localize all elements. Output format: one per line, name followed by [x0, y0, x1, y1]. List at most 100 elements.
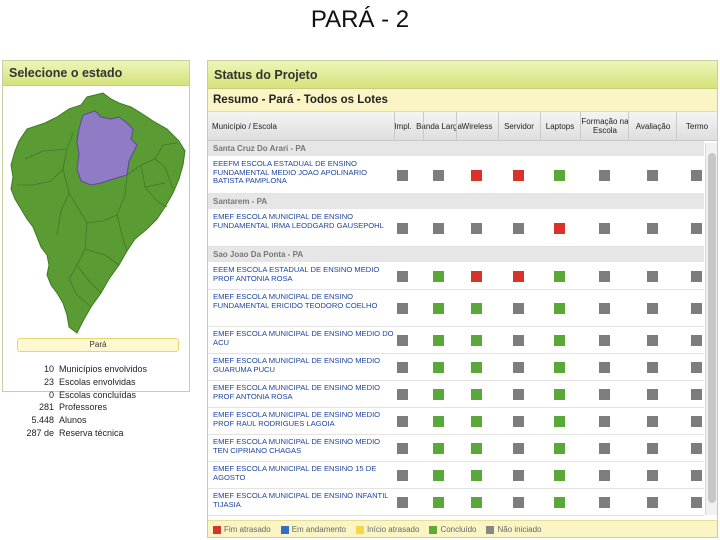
status-grey-square — [691, 361, 702, 373]
stat-row: 5.448 Alunos — [3, 414, 191, 427]
status-green-square — [554, 388, 565, 400]
stat-row: 287 de Reserva técnica — [3, 426, 191, 439]
stat-label: Municípios envolvidos — [59, 364, 148, 375]
status-grey-square — [691, 302, 702, 314]
status-grey-square — [599, 442, 610, 454]
legend-swatch — [355, 525, 364, 534]
status-red-square — [471, 169, 482, 181]
status-grey-square — [397, 388, 408, 400]
status-green-square — [433, 334, 444, 346]
status-grey-square — [513, 361, 524, 373]
table-row[interactable]: EEEFM ESCOLA ESTADUAL DE ENSINO FUNDAMEN… — [208, 157, 704, 194]
table-row[interactable]: EMEF ESCOLA MUNICIPAL DE ENSINO FUNDAMEN… — [208, 290, 704, 327]
status-green-square — [554, 415, 565, 427]
table-row[interactable]: EMEF ESCOLA MUNICIPAL DE ENSINO MEDIO GU… — [208, 354, 704, 381]
school-name-link[interactable]: EEEM ESCOLA ESTADUAL DE ENSINO MEDIO PRO… — [213, 265, 395, 283]
status-grey-square — [397, 334, 408, 346]
table-row[interactable]: EMEF ESCOLA MUNICIPAL DE ENSINO INFANTIL… — [208, 489, 704, 516]
status-grey-square — [397, 169, 408, 181]
status-green-square — [433, 302, 444, 314]
column-separator — [423, 112, 424, 140]
status-grey-square — [647, 361, 658, 373]
school-name-link[interactable]: EMEF ESCOLA MUNICIPAL DE ENSINO 15 DE AG… — [213, 464, 395, 482]
brazil-map-svg — [10, 92, 186, 334]
state-selector-panel: Selecione o estado Pará 10 Municípios en… — [2, 60, 190, 438]
status-grey-square — [513, 442, 524, 454]
scrollbar-thumb[interactable] — [708, 153, 716, 503]
legend-swatch — [486, 525, 495, 534]
school-name-link[interactable]: EMEF ESCOLA MUNICIPAL DE ENSINO MEDIO PR… — [213, 383, 395, 401]
school-name-link[interactable]: EMEF ESCOLA MUNICIPAL DE ENSINO MEDIO TE… — [213, 437, 395, 455]
status-grey-square — [513, 222, 524, 234]
status-grey-square — [513, 496, 524, 508]
status-grey-square — [397, 496, 408, 508]
status-green-square — [433, 270, 444, 282]
status-green-square — [433, 496, 444, 508]
table-row[interactable]: EMEF ESCOLA MUNICIPAL DE ENSINO 15 DE AG… — [208, 462, 704, 489]
stat-label: Escolas envolvidas — [59, 377, 136, 388]
stat-value: 10 — [43, 364, 54, 375]
table-row[interactable]: EEEM ESCOLA ESTADUAL DE ENSINO MEDIO PRO… — [208, 263, 704, 290]
status-green-square — [554, 361, 565, 373]
stat-row: 281 Professores — [3, 401, 191, 414]
legend-label: Não iniciado — [497, 525, 542, 534]
column-header: Wireless — [461, 121, 493, 131]
status-grey-square — [599, 270, 610, 282]
state-stats: 10 Municípios envolvidos 23 Escolas envolv… — [3, 363, 191, 439]
column-header-municipio: Município / Escola — [212, 121, 277, 131]
column-separator — [676, 112, 677, 140]
legend-item: Não iniciado — [486, 525, 542, 534]
status-grey-square — [599, 334, 610, 346]
status-legend: Fim atrasado Em andamento Início atrasado C… — [208, 520, 717, 537]
table-row[interactable]: EMEF ESCOLA MUNICIPAL DE ENSINO MEDIO PR… — [208, 381, 704, 408]
status-grey-square — [691, 388, 702, 400]
table-row[interactable]: EMEF ESCOLA MUNICIPAL DE ENSINO MEDIO TE… — [208, 435, 704, 462]
brazil-map[interactable] — [7, 89, 187, 335]
table-row[interactable]: EMEF ESCOLA MUNICIPAL DE ENSINO MEDIO DO… — [208, 327, 704, 354]
status-green-square — [554, 496, 565, 508]
status-green-square — [433, 415, 444, 427]
status-grey-square — [647, 169, 658, 181]
status-table-body: Santa Cruz Do Arari - PA EEEFM ESCOLA EST… — [208, 141, 704, 517]
table-row[interactable]: EMEF ESCOLA MUNICIPAL DE ENSINO MEDIO PR… — [208, 408, 704, 435]
table-row[interactable]: EMEF ESCOLA MUNICIPAL DE ENSINO FUNDAMEN… — [208, 210, 704, 247]
status-grey-square — [647, 388, 658, 400]
municipality-group-header: Santa Cruz Do Arari - PA — [208, 141, 704, 157]
status-grey-square — [691, 496, 702, 508]
status-grey-square — [691, 169, 702, 181]
status-grey-square — [397, 222, 408, 234]
school-name-link[interactable]: EMEF ESCOLA MUNICIPAL DE ENSINO MEDIO DO… — [213, 329, 395, 347]
column-separator — [498, 112, 499, 140]
status-grey-square — [647, 415, 658, 427]
status-grey-square — [513, 469, 524, 481]
legend-item: Início atrasado — [355, 525, 419, 534]
stat-row: 23 Escolas envolvidas — [3, 376, 191, 389]
status-grey-square — [691, 442, 702, 454]
school-name-link[interactable]: EEEFM ESCOLA ESTADUAL DE ENSINO FUNDAMEN… — [213, 159, 395, 186]
stat-label: Alunos — [59, 415, 87, 426]
school-name-link[interactable]: EMEF ESCOLA MUNICIPAL DE ENSINO MEDIO PR… — [213, 410, 395, 428]
table-scrollbar[interactable] — [705, 143, 717, 515]
stat-value: 287 de — [26, 427, 54, 438]
status-green-square — [471, 469, 482, 481]
table-header: Município / Escola Impl. Banda Larga Wirele… — [208, 112, 717, 141]
status-grey-square — [599, 415, 610, 427]
school-name-link[interactable]: EMEF ESCOLA MUNICIPAL DE ENSINO INFANTIL… — [213, 491, 395, 509]
legend-item: Em andamento — [280, 525, 346, 534]
school-name-link[interactable]: EMEF ESCOLA MUNICIPAL DE ENSINO FUNDAMEN… — [213, 212, 395, 230]
status-grey-square — [599, 302, 610, 314]
status-grey-square — [647, 302, 658, 314]
status-grey-square — [397, 302, 408, 314]
column-header: Formação na Escola — [581, 117, 629, 135]
stat-value: 23 — [43, 377, 54, 388]
status-grey-square — [647, 442, 658, 454]
status-green-square — [471, 496, 482, 508]
legend-swatch — [429, 525, 438, 534]
status-red-square — [513, 270, 524, 282]
status-green-square — [471, 415, 482, 427]
legend-item: Fim atrasado — [213, 525, 271, 534]
school-name-link[interactable]: EMEF ESCOLA MUNICIPAL DE ENSINO MEDIO GU… — [213, 356, 395, 374]
status-grey-square — [691, 469, 702, 481]
school-name-link[interactable]: EMEF ESCOLA MUNICIPAL DE ENSINO FUNDAMEN… — [213, 292, 395, 310]
column-separator — [456, 112, 457, 140]
